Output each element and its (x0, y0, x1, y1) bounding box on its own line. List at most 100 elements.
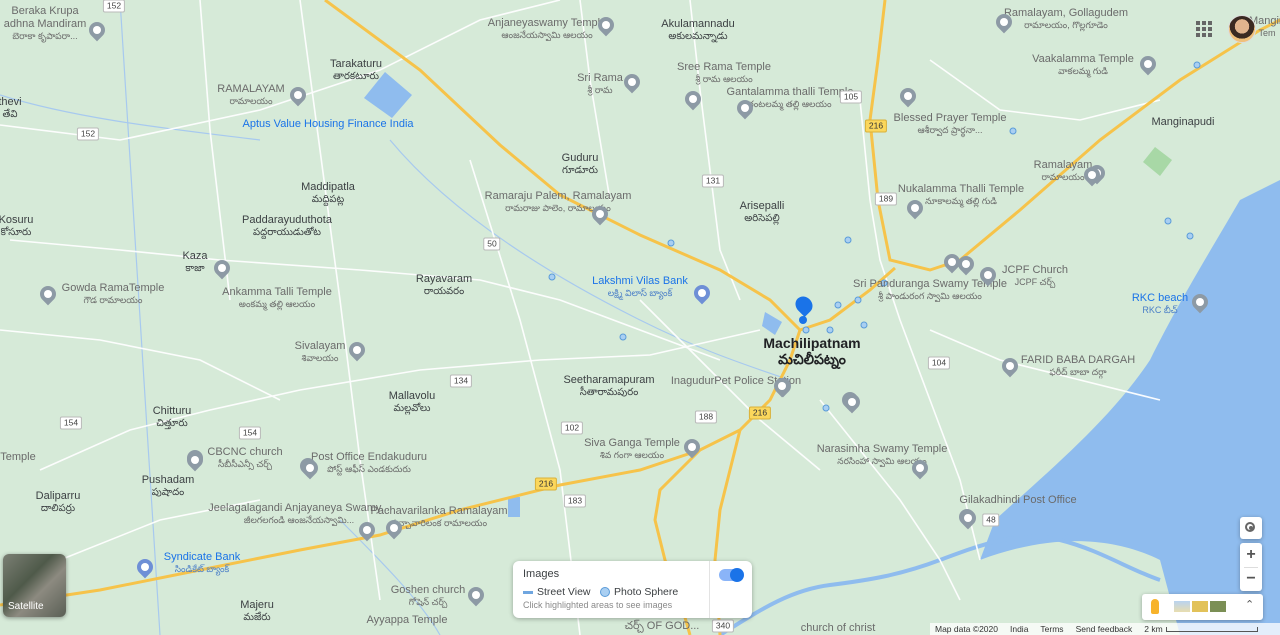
terms-link[interactable]: Terms (1040, 624, 1063, 634)
place-label-church-christ[interactable]: church of christ (801, 622, 876, 635)
road-shield-134: 134 (449, 374, 473, 388)
photo-sphere-legend[interactable]: Photo Sphere (600, 586, 678, 598)
place-label-temple-left[interactable]: Temple (0, 451, 35, 464)
road-shield-152: 152 (76, 127, 100, 141)
place-label-lakshmi[interactable]: Lakshmi Vilas Bank లక్ష్మి విలాస్ బ్యాంక్ (592, 275, 688, 298)
pin-dot (306, 464, 314, 472)
place-name: Narasimha Swamy Temple (816, 443, 948, 455)
place-label-vaakalamma[interactable]: Vaakalamma Temple వాకలమ్మ గుడి (1032, 53, 1134, 76)
place-name-telugu: శివ గంగా ఆలయం (599, 449, 665, 460)
place-name-telugu: సీబీసీఎన్సీ చర్చ్ (217, 458, 273, 469)
place-label-ramalayam1[interactable]: RAMALAYAM రామాలయం (217, 83, 284, 106)
place-name: Tarakaturu (330, 58, 382, 70)
pin-dot (962, 260, 970, 268)
place-label-srirama[interactable]: Sri Rama శ్రీ రామ (577, 72, 623, 95)
place-name: Temple (0, 451, 36, 463)
place-name: Majeru (240, 599, 274, 611)
place-label-rayavaram[interactable]: Rayavaram రాయవరం (416, 273, 472, 297)
place-name: Chitturu (152, 405, 192, 417)
place-name: Kosuru (0, 214, 34, 226)
place-label-sreerama[interactable]: Sree Rama Temple శ్రీ రామ ఆలయం (677, 61, 771, 84)
place-label-jcpf[interactable]: JCPF Church JCPF చర్చ్ (1002, 264, 1068, 287)
place-label-sivalayam[interactable]: Sivalayam శివాలయం (295, 340, 346, 363)
place-label-guduru[interactable]: Guduru గూడూరు (562, 152, 599, 176)
place-label-ramalayam-goll[interactable]: Ramalayam, Gollagudem రామాలయం, గొల్లగూడెం (1004, 7, 1128, 30)
images-toggle[interactable] (719, 568, 744, 582)
zoom-out-button[interactable]: − (1240, 568, 1262, 590)
place-name: adhna Mandiram (3, 18, 87, 30)
place-label-beraka[interactable]: Beraka Krupa (11, 5, 78, 18)
place-label-maddipatla[interactable]: Maddipatla మద్దిపట్ల (301, 181, 355, 205)
zoom-in-button[interactable]: + (1240, 544, 1262, 566)
place-name: Anjaneyaswamy Temple (487, 17, 607, 29)
place-label-aradhna[interactable]: adhna Mandiram బెరాకా కృపాపరా... (4, 18, 87, 41)
traffic-thumb-icon[interactable] (1192, 601, 1208, 612)
place-name: Beraka Krupa (11, 5, 79, 17)
place-label-cbcnc[interactable]: CBCNC church సీబీసీఎన్సీ చర్చ్ (207, 446, 282, 469)
place-label-akulamannadu[interactable]: Akulamannadu అకులమన్నాడు (661, 18, 734, 42)
place-label-aptus[interactable]: Aptus Value Housing Finance India (242, 118, 413, 131)
place-label-anjaneyaswamy[interactable]: Anjaneyaswamy Temple ఆంజనేయస్వామి ఆలయం (488, 17, 606, 40)
place-label-syndicate[interactable]: Syndicate Bank సిండికేట్ బ్యాంక్ (164, 551, 240, 574)
place-label-sivaganga[interactable]: Siva Ganga Temple శివ గంగా ఆలయం (584, 437, 680, 460)
place-label-gowda[interactable]: Gowda RamaTemple గౌడ రామాలయం (62, 282, 165, 305)
place-label-church-god[interactable]: చర్చ్ OF GOD... (625, 620, 700, 633)
pin-dot (218, 264, 226, 272)
pin-dot (916, 464, 924, 472)
send-feedback-link[interactable]: Send feedback (1076, 624, 1133, 634)
place-label-majeru[interactable]: Majeru మజేరు (240, 599, 274, 623)
place-label-ramaraju[interactable]: Ramaraju Palem, Ramalayam రామరాజు పాలెం, … (485, 190, 632, 213)
place-label-ayyappa[interactable]: Ayyappa Temple (367, 614, 448, 627)
place-label-thevi[interactable]: thevi తేవి (0, 96, 22, 120)
place-label-arisepalli[interactable]: Arisepalli అరిసెపల్లి (740, 200, 785, 224)
place-label-jeelagal[interactable]: Jeelagalagandi Anjayaneya Swamy... జీలగలగ… (208, 502, 389, 525)
place-label-ankamma[interactable]: Ankamma Talli Temple అంకమ్మ తల్లి ఆలయం (222, 286, 332, 309)
place-label-manginapudi[interactable]: Manginapudi (1152, 116, 1215, 129)
toggle-knob (730, 568, 744, 582)
place-name-telugu: లక్ష్మి విలాస్ బ్యాంక్ (607, 287, 673, 298)
satellite-toggle[interactable]: Satellite (3, 554, 66, 617)
place-name-telugu: రామాలయం (229, 95, 273, 106)
my-location-button[interactable] (1240, 517, 1262, 539)
place-label-mallavolu[interactable]: Mallavolu మల్లవోలు (389, 390, 435, 414)
map-canvas[interactable]: Beraka Krupa adhna Mandiram బెరాకా కృపాపరా… (0, 0, 1280, 635)
place-name-telugu: శివాలయం (301, 352, 339, 363)
place-label-farid[interactable]: FARID BABA DARGAH ఫరీద్ బాబా దర్గా (1021, 354, 1135, 377)
place-label-daliparru[interactable]: Daliparru దాలిపర్రు (36, 490, 81, 514)
street-view-legend[interactable]: Street View (523, 586, 591, 598)
place-name-telugu: శ్రీ రామ ఆలయం (695, 73, 753, 84)
place-label-pushadam[interactable]: Pushadam పుషాదం (142, 474, 195, 498)
place-label-kosuru[interactable]: Kosuru కోసూరు (0, 214, 33, 238)
place-label-tarakaturu[interactable]: Tarakaturu తారకటూరు (330, 58, 382, 82)
place-label-gilakadhindi[interactable]: Gilakadhindi Post Office (959, 494, 1076, 507)
pin-dot (1144, 60, 1152, 68)
place-label-ramalayam2[interactable]: Ramalayam రామాలయం (1034, 159, 1093, 182)
apps-grid-icon[interactable] (1196, 21, 1212, 37)
terrain-thumb-icon[interactable] (1174, 601, 1190, 612)
chevron-up-icon[interactable]: ⌃ (1245, 598, 1254, 611)
place-label-rkc[interactable]: RKC beach RKC బీచ్ (1132, 292, 1188, 315)
place-label-narasimha[interactable]: Narasimha Swamy Temple నరసింహా స్వామి ఆలయ… (817, 443, 948, 466)
satellite-thumb-icon[interactable] (1210, 601, 1226, 612)
pegman-icon[interactable] (1151, 599, 1159, 614)
road-shield-340: 340 (711, 619, 735, 633)
place-name: Kaza (182, 250, 208, 262)
place-label-seetharama[interactable]: Seetharamapuram సీతారామపురం (563, 374, 654, 398)
place-label-paddarayu[interactable]: Paddarayuduthota పద్దరాయుడుతోట (242, 214, 332, 238)
place-name-telugu: కోసూరు (0, 226, 32, 238)
place-name-telugu: కాజా (185, 262, 205, 274)
pin-dot (904, 92, 912, 100)
pin-dot (141, 563, 149, 571)
place-label-postoffice[interactable]: Post Office Endakuduru పోస్ట్ ఆఫీస్ ఎండకు… (311, 451, 427, 474)
pin-dot (984, 271, 992, 279)
street-view-line-icon (523, 590, 533, 594)
place-label-goshen[interactable]: Goshen church గోషెన్ చర్చ్ (391, 584, 466, 607)
place-label-kaza[interactable]: Kaza కాజా (182, 250, 207, 274)
place-label-chitturu[interactable]: Chitturu చిత్తూరు (153, 405, 192, 429)
account-avatar[interactable] (1228, 15, 1256, 43)
region-link[interactable]: India (1010, 624, 1028, 634)
place-label-machilipatnam[interactable]: Machilipatnam మచిలీపట్నం (763, 335, 860, 367)
place-label-blessed[interactable]: Blessed Prayer Temple ఆశీర్వాద ప్రార్థనా.… (894, 112, 1007, 135)
place-name-telugu: మద్దిపట్ల (311, 193, 345, 205)
road-shield-216: 216 (864, 119, 888, 133)
